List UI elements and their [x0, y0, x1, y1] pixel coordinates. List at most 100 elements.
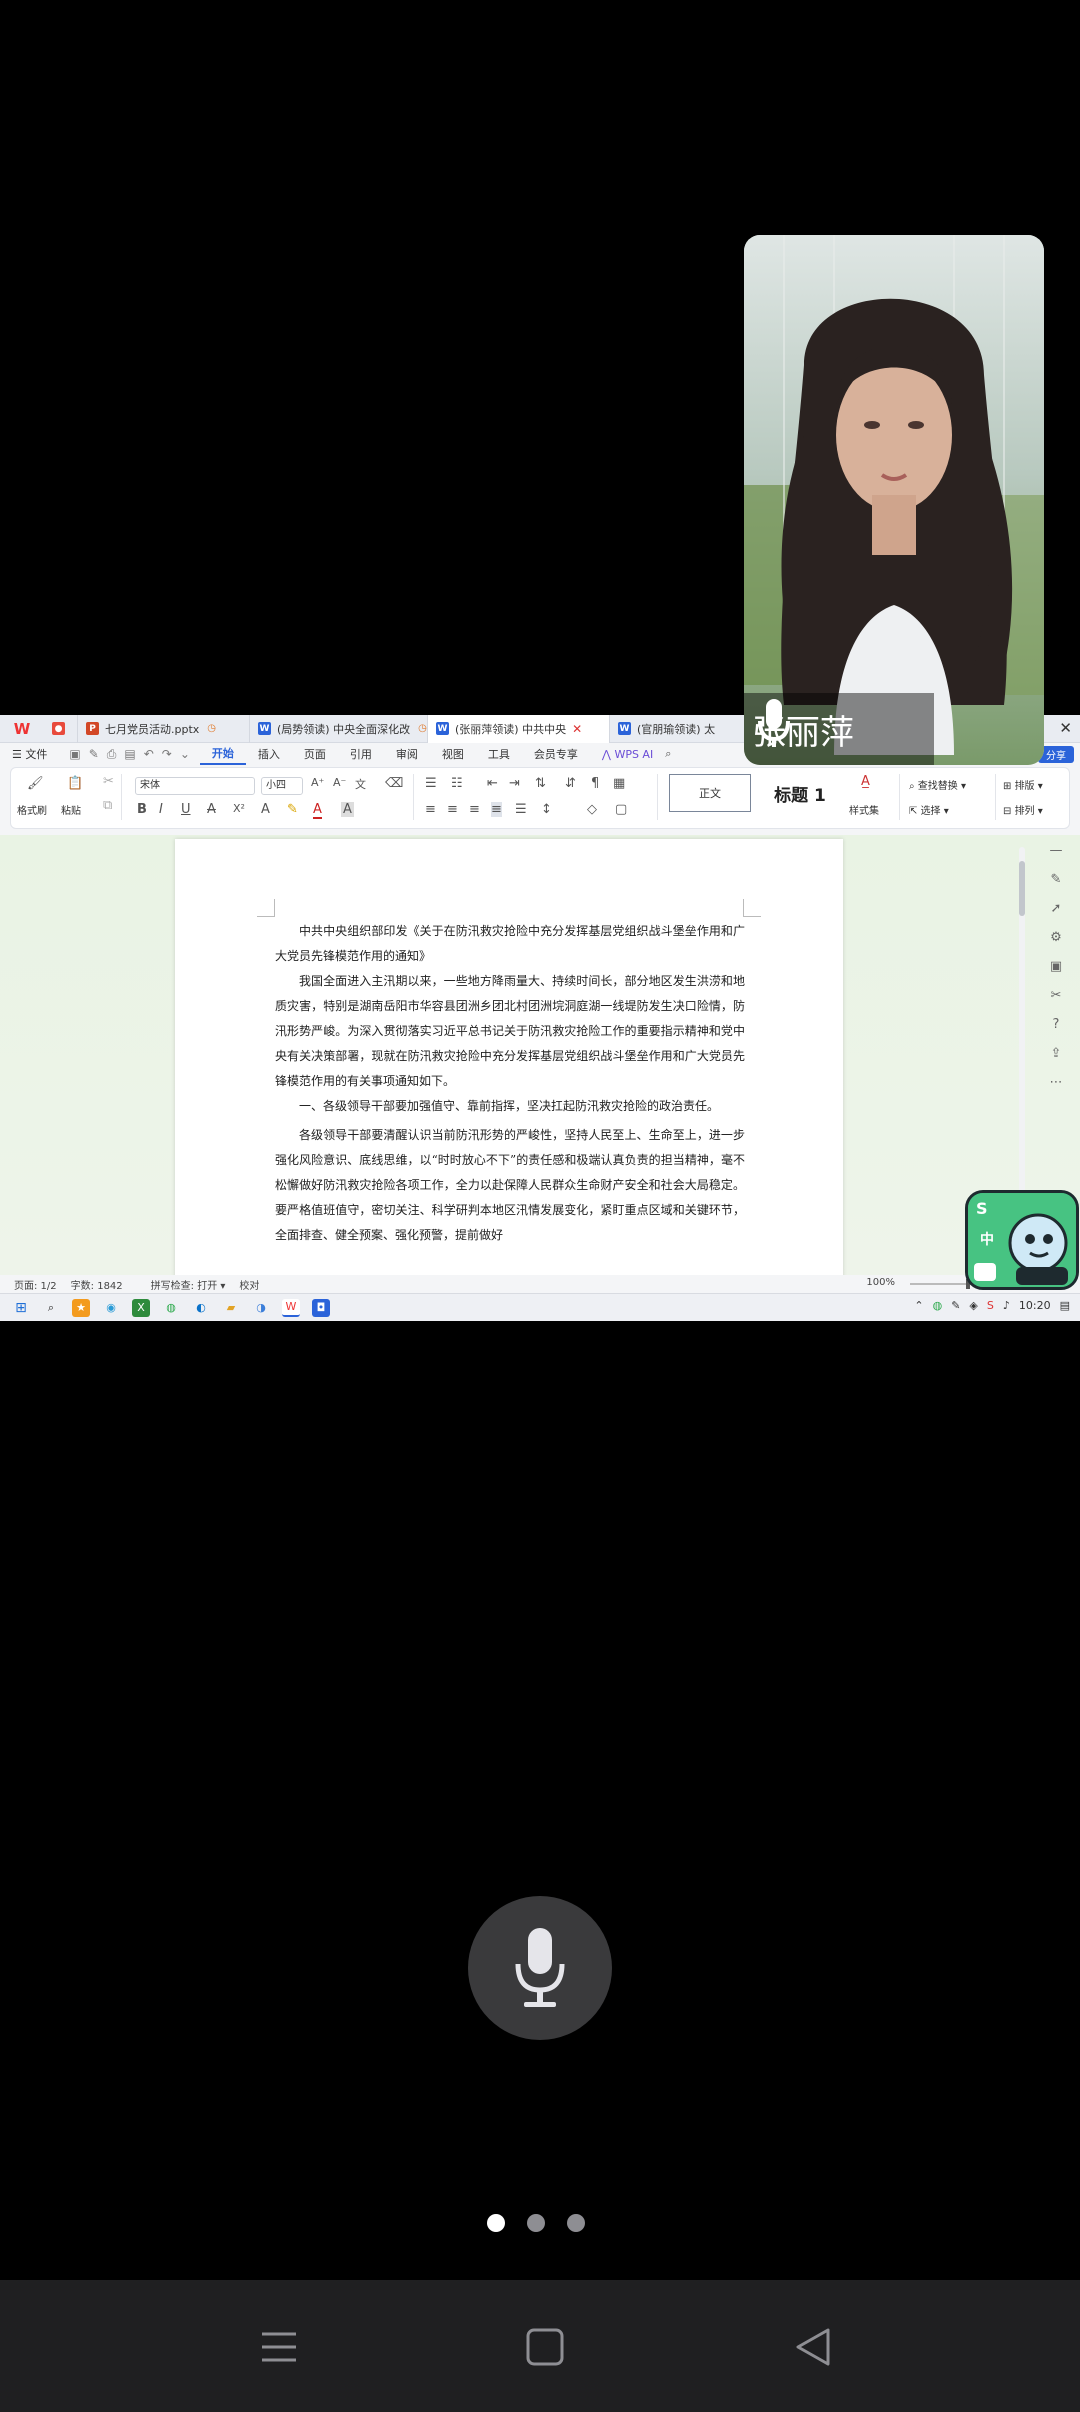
sort-icon[interactable]: ⇵ [565, 776, 576, 791]
cut-icon[interactable]: ✂ [103, 774, 114, 789]
style-normal[interactable]: 正文 [669, 774, 751, 812]
spellcheck-status[interactable]: 拼写检查: 打开 ▾ [137, 1277, 226, 1292]
search-icon[interactable]: ⌕ [42, 1299, 60, 1317]
distribute-icon[interactable]: ☰ [515, 802, 527, 817]
pointer-icon[interactable]: ➚ [1051, 901, 1062, 916]
font-size-select[interactable]: 小四 [261, 777, 303, 795]
wechat-tray-icon[interactable]: ◍ [933, 1299, 943, 1312]
tab-pptx[interactable]: P 七月党员活动.pptx ◷ [78, 715, 250, 743]
print-icon[interactable]: ⎙ [107, 747, 117, 762]
windows-start-icon[interactable]: ⊞ [12, 1299, 30, 1317]
menu-file[interactable]: ☰ 文件 [0, 746, 59, 762]
shrink-font-icon[interactable]: A⁻ [333, 776, 346, 789]
decrease-indent-icon[interactable]: ⇤ [487, 776, 498, 791]
spreadsheet-icon[interactable]: X [132, 1298, 150, 1317]
document-page[interactable]: 中共中央组织部印发《关于在防汛救灾抢险中充分发挥基层党组织战斗堡垒作用和广大党员… [175, 839, 843, 1281]
app-icon[interactable]: ◑ [252, 1299, 270, 1317]
menu-wps-ai[interactable]: ⋀ WPS AI [590, 748, 665, 761]
underline-icon[interactable]: U [181, 802, 191, 817]
grow-font-icon[interactable]: A⁺ [311, 776, 324, 789]
browser-icon[interactable]: ◉ [102, 1299, 120, 1317]
align-right-icon[interactable]: ≡ [469, 802, 480, 817]
folder-icon[interactable]: ▰ [222, 1299, 240, 1317]
undo-icon[interactable]: ↶ [144, 747, 154, 762]
align-left-icon[interactable]: ≡ [425, 802, 436, 817]
tray-expand-icon[interactable]: ⌃ [914, 1299, 923, 1312]
menu-page[interactable]: 页面 [292, 746, 338, 762]
word-count[interactable]: 字数: 1842 [71, 1277, 123, 1292]
menu-tools[interactable]: 工具 [476, 746, 522, 762]
save-icon[interactable]: ▣ [69, 747, 80, 762]
tab-doc-3[interactable]: W (官朋瑜领读) 太 [610, 715, 750, 743]
strikethrough-icon[interactable]: A [207, 802, 216, 817]
bold-icon[interactable]: B [137, 802, 147, 817]
style-heading-1[interactable]: 标题 1 [759, 774, 841, 812]
app-icon[interactable]: ★ [72, 1298, 90, 1317]
copy-icon[interactable]: ⧉ [103, 798, 112, 813]
arrange-button[interactable]: ⊟ 排列 ▾ [1003, 802, 1043, 817]
network-icon[interactable]: ◈ [969, 1299, 977, 1312]
font-color-icon[interactable]: A [313, 802, 322, 819]
align-center-icon[interactable]: ≡ [447, 802, 458, 817]
close-window-icon[interactable]: ✕ [1059, 719, 1072, 737]
document-body[interactable]: 中共中央组织部印发《关于在防汛救灾抢险中充分发挥基层党组织战斗堡垒作用和广大党员… [275, 919, 745, 1248]
text-effect-icon[interactable]: A [261, 802, 270, 817]
back-button[interactable] [788, 2322, 838, 2372]
wps-logo-icon[interactable]: W [0, 715, 44, 743]
proofread-button[interactable]: 校对 [239, 1277, 259, 1292]
select-button[interactable]: ⇱ 选择 ▾ [909, 802, 949, 817]
find-replace-button[interactable]: ⌕ 查找替换 ▾ [909, 777, 966, 792]
menu-insert[interactable]: 插入 [246, 746, 292, 762]
styles-set-icon[interactable]: A̲ [861, 774, 870, 789]
home-button[interactable] [520, 2322, 570, 2372]
clock[interactable]: 10:20 [1019, 1299, 1051, 1312]
phonetic-icon[interactable]: 文 [355, 776, 366, 792]
pen-tray-icon[interactable]: ✎ [951, 1299, 960, 1312]
font-name-select[interactable]: 宋体 [135, 777, 255, 795]
format-painter-label[interactable]: 格式刷 [17, 802, 47, 817]
sogou-icon[interactable]: S [987, 1299, 994, 1312]
edge-icon[interactable]: ◐ [192, 1299, 210, 1317]
numbered-list-icon[interactable]: ☷ [451, 776, 463, 791]
search-icon[interactable]: ⌕ [665, 747, 671, 761]
layout-button[interactable]: ⊞ 排版 ▾ [1003, 777, 1043, 792]
collapse-icon[interactable]: — [1050, 843, 1063, 858]
styles-set-label[interactable]: 样式集 [849, 802, 879, 817]
draw-icon[interactable]: ✎ [89, 747, 99, 762]
wps-taskbar-icon[interactable]: W [282, 1298, 300, 1317]
paste-label[interactable]: 粘贴 [61, 802, 81, 817]
help-icon[interactable]: ? [1053, 1017, 1060, 1032]
microphone-button[interactable] [468, 1896, 612, 2040]
preview-icon[interactable]: ▤ [124, 747, 135, 762]
justify-icon[interactable]: ≡ [491, 802, 502, 817]
menu-view[interactable]: 视图 [430, 746, 476, 762]
clear-format-icon[interactable]: ⌫ [385, 776, 403, 791]
share-icon[interactable]: ⇪ [1051, 1046, 1062, 1061]
menu-review[interactable]: 审阅 [384, 746, 430, 762]
tab-doc-active[interactable]: W (张丽萍领读) 中共中央 ✕ [428, 715, 610, 743]
zoom-level[interactable]: 100% [866, 1277, 895, 1288]
tools-icon[interactable]: ✂ [1051, 988, 1062, 1003]
format-painter-icon[interactable]: 🖌 [27, 776, 44, 791]
superscript-icon[interactable]: X² [233, 802, 245, 815]
more-icon[interactable]: ⋯ [1050, 1075, 1063, 1090]
floating-assistant-widget[interactable]: S 中 [965, 1190, 1079, 1290]
page-dot-active[interactable] [487, 2214, 505, 2232]
bullet-list-icon[interactable]: ☰ [425, 776, 437, 791]
menu-home[interactable]: 开始 [199, 743, 246, 765]
image-icon[interactable]: ▣ [1050, 959, 1062, 974]
menu-member[interactable]: 会员专享 [522, 746, 590, 762]
wechat-icon[interactable]: ◍ [162, 1299, 180, 1317]
scroll-thumb[interactable] [1019, 861, 1025, 916]
pdf-tab-icon[interactable]: ● [44, 715, 78, 743]
italic-icon[interactable]: I [159, 802, 163, 817]
grid-icon[interactable]: ▦ [613, 776, 625, 791]
paste-icon[interactable]: 📋 [67, 776, 83, 791]
speaker-video[interactable]: 张丽萍 [744, 235, 1044, 765]
close-tab-icon[interactable]: ✕ [572, 722, 582, 736]
page-dot[interactable] [567, 2214, 585, 2232]
char-shading-icon[interactable]: A [341, 802, 354, 817]
border-icon[interactable]: ▢ [615, 802, 627, 817]
notification-icon[interactable]: ▤ [1060, 1299, 1070, 1312]
tab-doc-1[interactable]: W (局势领读) 中央全面深化改 ◷ [250, 715, 428, 743]
